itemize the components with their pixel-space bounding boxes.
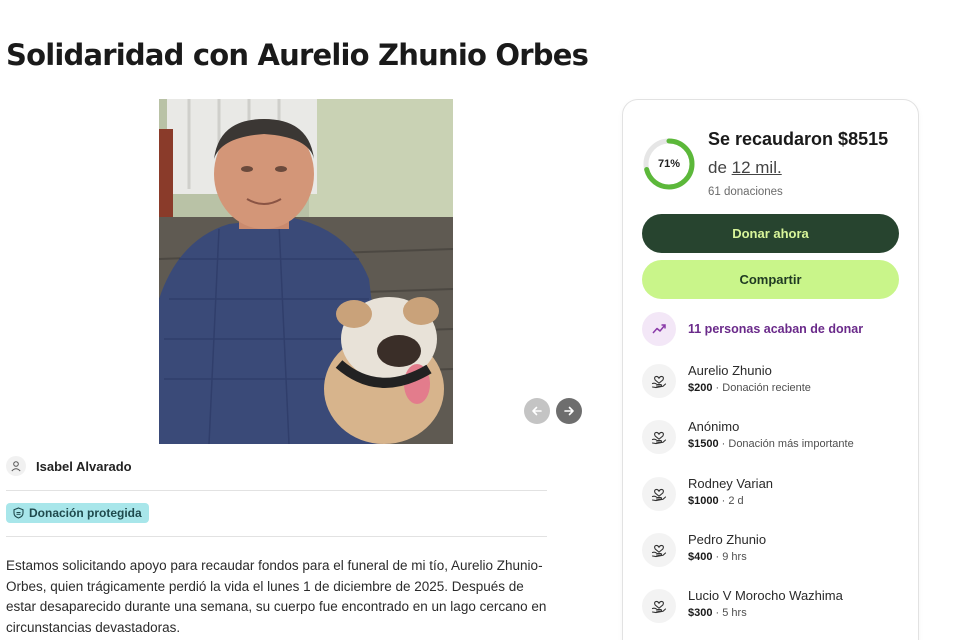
campaign-story: Estamos solicitando apoyo para recaudar … (6, 556, 554, 638)
shield-icon (13, 507, 24, 519)
heart-hand-icon (642, 420, 676, 454)
donor-name: Lucio V Morocho Wazhima (688, 588, 843, 603)
protected-donation-badge[interactable]: Donación protegida (6, 503, 149, 523)
story-line: Orbes, quien trágicamente perdió la vida… (6, 578, 524, 594)
heart-hand-icon (642, 477, 676, 511)
user-icon (6, 456, 26, 476)
campaign-photo-image (159, 99, 453, 444)
donor-meta: $1000 · 2 d (688, 495, 773, 507)
donor-detail: · Donación más importante (718, 438, 854, 450)
donor-detail: · 2 d (718, 495, 744, 507)
recent-donors-notice[interactable]: 11 personas acaban de donar (642, 312, 863, 346)
donor-name: Rodney Varian (688, 476, 774, 491)
share-button[interactable]: Compartir (642, 260, 899, 299)
amount-raised: Se recaudaron $8515 (708, 129, 889, 149)
badge-label: Donación protegida (29, 506, 142, 520)
donor-detail: · 9 hrs (712, 551, 747, 563)
story-line: circunstancias devastadoras. (6, 619, 181, 635)
progress-percent: 71% (657, 158, 681, 170)
goal-prefix: de (708, 158, 732, 177)
donor-item[interactable]: Anónimo $1500 · Donación más importante (642, 419, 854, 454)
donor-amount: $1000 (688, 495, 719, 507)
donor-amount: $1500 (688, 438, 719, 450)
arrow-left-icon (532, 406, 542, 416)
page-title: Solidaridad con Aurelio Zhunio Orbes (6, 38, 589, 72)
arrow-right-icon (564, 406, 574, 416)
donations-count: 61 donaciones (708, 186, 783, 198)
heart-hand-icon (642, 364, 676, 398)
donation-card: 71% Se recaudaron $8515 de 12 mil. 61 do… (622, 99, 919, 640)
donor-name: Pedro Zhunio (688, 532, 767, 547)
donor-item[interactable]: Lucio V Morocho Wazhima $300 · 5 hrs (642, 588, 843, 623)
organizer[interactable]: Isabel Alvarado (6, 456, 132, 476)
trending-up-icon (642, 312, 676, 346)
donor-amount: $200 (688, 382, 713, 394)
donor-meta: $400 · 9 hrs (688, 551, 766, 563)
donor-item[interactable]: Aurelio Zhunio $200 · Donación reciente (642, 363, 811, 398)
organizer-name: Isabel Alvarado (36, 458, 132, 474)
donor-detail: · Donación reciente (712, 382, 811, 394)
donor-item[interactable]: Pedro Zhunio $400 · 9 hrs (642, 532, 767, 567)
goal-amount[interactable]: 12 mil. (732, 158, 782, 177)
heart-hand-icon (642, 533, 676, 567)
donor-amount: $300 (688, 607, 713, 619)
divider (6, 536, 547, 537)
carousel-next-button[interactable] (556, 398, 582, 424)
goal-text: de 12 mil. (708, 158, 782, 178)
donor-meta: $1500 · Donación más importante (688, 438, 854, 450)
donor-amount: $400 (688, 551, 713, 563)
donor-meta: $200 · Donación reciente (688, 382, 811, 394)
story-line: Estamos solicitando apoyo para recaudar … (6, 558, 543, 573)
story-line: estar desaparecido durante una semana, s… (6, 599, 547, 614)
donor-meta: $300 · 5 hrs (688, 607, 843, 619)
donor-item[interactable]: Rodney Varian $1000 · 2 d (642, 476, 774, 511)
donor-name: Anónimo (688, 419, 740, 434)
donate-button[interactable]: Donar ahora (642, 214, 899, 253)
divider (6, 490, 547, 491)
campaign-photo[interactable] (159, 99, 453, 444)
donor-name: Aurelio Zhunio (688, 363, 772, 378)
heart-hand-icon (642, 589, 676, 623)
carousel-prev-button[interactable] (524, 398, 550, 424)
recent-donors-text: 11 personas acaban de donar (688, 322, 864, 336)
donor-detail: · 5 hrs (712, 607, 747, 619)
